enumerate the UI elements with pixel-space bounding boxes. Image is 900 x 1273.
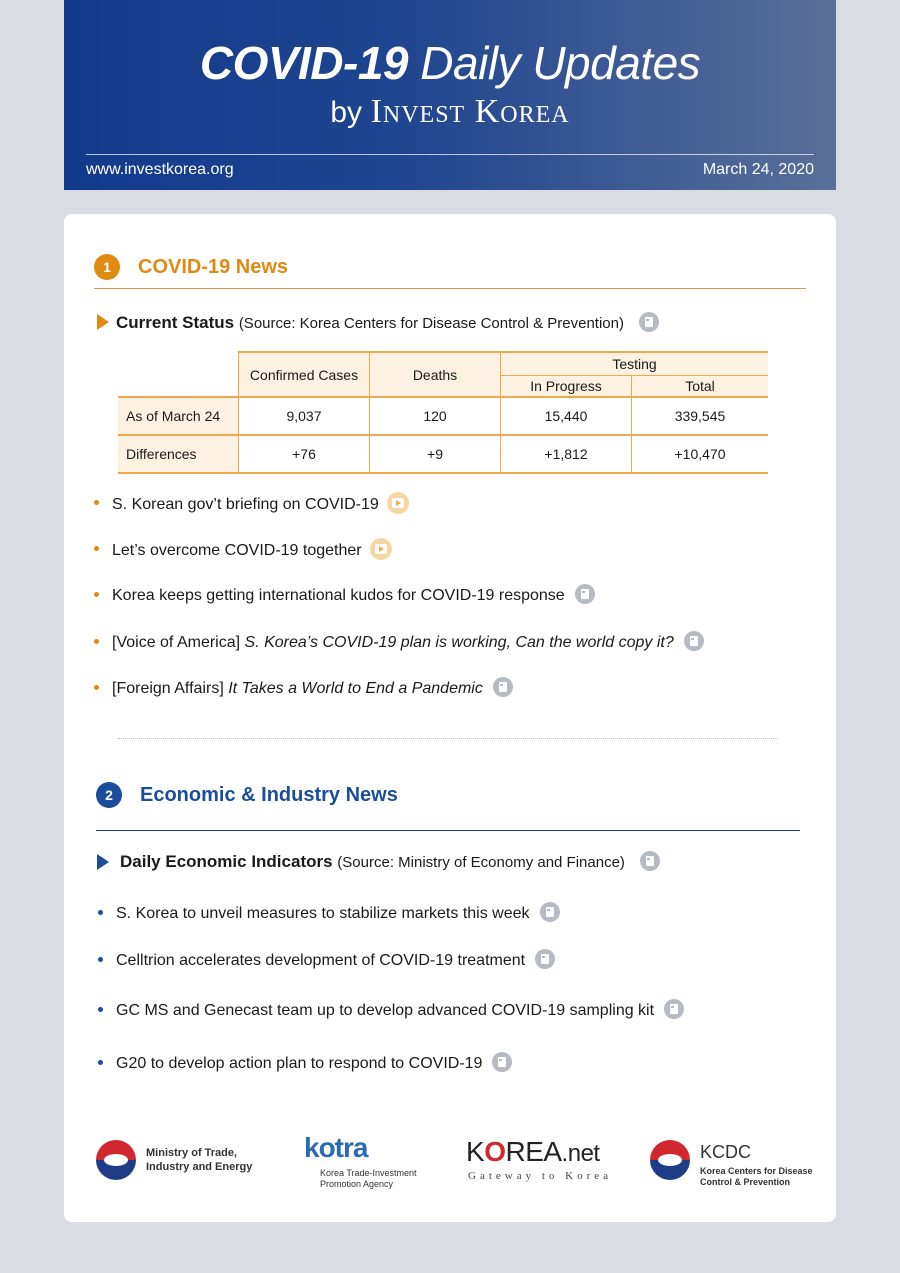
header-confirmed: Confirmed Cases [238,351,370,398]
page-header: COVID-19 Daily Updates by Invest Korea w… [64,0,836,190]
triangle-marker-icon [97,854,109,870]
section-number-1: 1 [94,254,120,280]
document-icon[interactable] [539,902,560,922]
video-icon[interactable] [386,492,409,514]
list-item[interactable]: G20 to develop action plan to respond to… [98,1052,513,1073]
koreanet-logo: KOREA.net [466,1136,600,1167]
document-icon[interactable] [574,584,595,604]
website-link[interactable]: www.investkorea.org [86,161,234,179]
header-testing: Testing [500,351,768,376]
section-number-2: 2 [96,782,122,808]
triangle-marker-icon [97,314,109,330]
document-icon[interactable] [664,999,685,1019]
header-in-progress: In Progress [500,375,632,398]
koreanet-tagline: Gateway to Korea [468,1170,613,1182]
section-title-covid-news: COVID-19 News [138,256,289,278]
issue-date: March 24, 2020 [702,161,814,178]
document-icon[interactable] [638,312,659,332]
document-icon[interactable] [639,851,660,871]
motie-logo: Ministry of Trade, Industry and Energy [146,1147,253,1173]
video-icon[interactable] [369,538,392,560]
table-corner [118,352,239,398]
taegeuk-emblem-icon [650,1140,690,1180]
partner-logos: Ministry of Trade, Industry and Energy k… [64,1132,836,1194]
content-card: 1 COVID-19 News Current Status (Source: … [64,214,836,1222]
list-item[interactable]: S. Korea to unveil measures to stabilize… [98,902,560,923]
list-item[interactable]: GC MS and Genecast team up to develop ad… [98,999,685,1020]
section-title-economic-news: Economic & Industry News [140,784,398,806]
list-item[interactable]: S. Korean gov’t briefing on COVID-19 [94,492,409,514]
dotted-divider [118,738,778,739]
taegeuk-emblem-icon [96,1140,136,1180]
list-item[interactable]: [Foreign Affairs] It Takes a World to En… [94,677,513,698]
table-row: As of March 24 9,037 120 15,440 339,545 [118,397,768,436]
list-item[interactable]: Korea keeps getting international kudos … [94,584,595,605]
kcdc-logo: KCDC [700,1142,752,1162]
document-icon[interactable] [492,1052,513,1072]
kcdc-subtitle: Korea Centers for Disease Control & Prev… [700,1166,813,1187]
document-icon[interactable] [535,949,556,969]
section-divider [96,830,800,831]
list-item[interactable]: Celltrion accelerates development of COV… [98,949,556,970]
list-item[interactable]: [Voice of America] S. Korea’s COVID-19 p… [94,631,704,652]
header-divider [86,154,814,155]
current-status-heading: Current Status (Source: Korea Centers fo… [116,312,659,333]
list-item[interactable]: Let’s overcome COVID-19 together [94,538,392,560]
header-deaths: Deaths [369,351,501,398]
byline: by Invest Korea [330,93,570,130]
status-table: Confirmed Cases Deaths Testing In Progre… [118,351,768,474]
table-row: Differences +76 +9 +1,812 +10,470 [118,435,768,474]
economic-indicators-heading: Daily Economic Indicators (Source: Minis… [120,851,660,872]
kotra-logo: kotra [304,1132,368,1163]
header-total: Total [631,375,768,398]
section-divider [94,288,806,289]
document-icon[interactable] [492,677,513,697]
document-icon[interactable] [683,631,704,651]
kotra-subtitle: Korea Trade-Investment Promotion Agency [320,1168,417,1189]
newsletter-title: COVID-19 Daily Updates [199,37,701,89]
